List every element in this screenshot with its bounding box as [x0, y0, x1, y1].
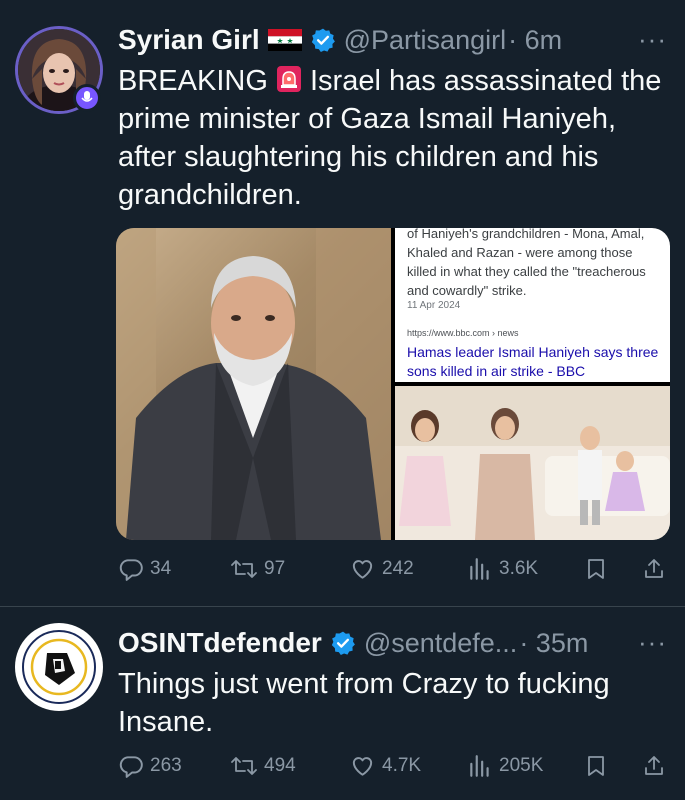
- space-badge-icon: [73, 84, 101, 112]
- author-handle[interactable]: @Partisangirl: [344, 25, 506, 56]
- reply-count: 263: [150, 755, 182, 776]
- views-count: 205K: [499, 755, 544, 776]
- repost-button[interactable]: 494: [230, 753, 296, 779]
- bookmark-icon: [588, 559, 604, 579]
- snippet-url: https://www.bbc.com › news: [407, 328, 519, 338]
- like-button[interactable]: 4.7K: [349, 753, 421, 779]
- snippet-body: of Haniyeh's grandchildren - Mona, Amal,…: [407, 228, 646, 298]
- media-photo-portrait[interactable]: [116, 228, 391, 540]
- verified-icon: [311, 28, 335, 53]
- like-button[interactable]: 242: [349, 556, 414, 582]
- tweet-text-lead: BREAKING: [118, 65, 268, 97]
- bookmark-button[interactable]: [584, 753, 614, 779]
- repost-count: 97: [264, 558, 286, 579]
- like-icon: [352, 560, 373, 579]
- tweet-1[interactable]: Syrian Girl @Partisangirl · 6m ··· BREAK…: [0, 0, 685, 606]
- repost-icon: [231, 757, 257, 775]
- tweet-2[interactable]: OSINTdefender @sentdefe... · 35m ··· Thi…: [0, 607, 685, 800]
- share-icon: [645, 559, 663, 578]
- more-options-icon[interactable]: ···: [638, 24, 667, 55]
- views-button[interactable]: 3.6K: [467, 556, 538, 582]
- like-icon: [352, 757, 373, 776]
- views-icon: [470, 755, 489, 777]
- bookmark-button[interactable]: [584, 556, 614, 582]
- reply-icon: [119, 559, 143, 581]
- flag-icon: [267, 29, 302, 51]
- like-count: 4.7K: [382, 755, 422, 776]
- views-icon: [470, 558, 489, 580]
- media-screenshot-bbc[interactable]: of Haniyeh's grandchildren - Mona, Amal,…: [395, 228, 670, 382]
- tweet-actions: 34 97 242 3.6K: [118, 556, 671, 588]
- share-button[interactable]: [642, 556, 672, 582]
- share-icon: [645, 756, 663, 775]
- reply-icon: [119, 756, 143, 778]
- author-name[interactable]: Syrian Girl: [118, 24, 260, 56]
- snippet-link[interactable]: Hamas leader Ismail Haniyeh says three s…: [407, 343, 660, 381]
- more-options-icon[interactable]: ···: [638, 627, 667, 658]
- share-button[interactable]: [642, 753, 672, 779]
- reply-button[interactable]: 34: [118, 556, 171, 582]
- tweet-time[interactable]: · 6m: [508, 25, 562, 56]
- tweet-text: BREAKING Israel has assassinated the pri…: [118, 62, 678, 214]
- tweet-actions: 263 494 4.7K 205K: [118, 753, 671, 785]
- views-button[interactable]: 205K: [467, 753, 543, 779]
- repost-button[interactable]: 97: [230, 556, 285, 582]
- reply-count: 34: [150, 558, 172, 579]
- avatar-osintdefender[interactable]: [15, 623, 103, 711]
- like-count: 242: [382, 558, 414, 579]
- snippet-date: 11 Apr 2024: [407, 300, 461, 311]
- author-handle[interactable]: @sentdefe...: [364, 628, 518, 659]
- verified-icon: [331, 631, 355, 656]
- repost-count: 494: [264, 755, 296, 776]
- repost-icon: [231, 560, 257, 578]
- tweet-text: Things just went from Crazy to fucking I…: [118, 668, 610, 738]
- tweet-time[interactable]: · 35m: [519, 628, 588, 659]
- siren-icon: [276, 66, 301, 92]
- reply-button[interactable]: 263: [118, 753, 182, 779]
- views-count: 3.6K: [499, 558, 539, 579]
- osint-logo-icon: [16, 624, 102, 710]
- tweet-media-grid[interactable]: of Haniyeh's grandchildren - Mona, Amal,…: [116, 228, 670, 540]
- media-photo-children[interactable]: [395, 386, 670, 540]
- bookmark-icon: [588, 756, 604, 776]
- author-name[interactable]: OSINTdefender: [118, 627, 322, 659]
